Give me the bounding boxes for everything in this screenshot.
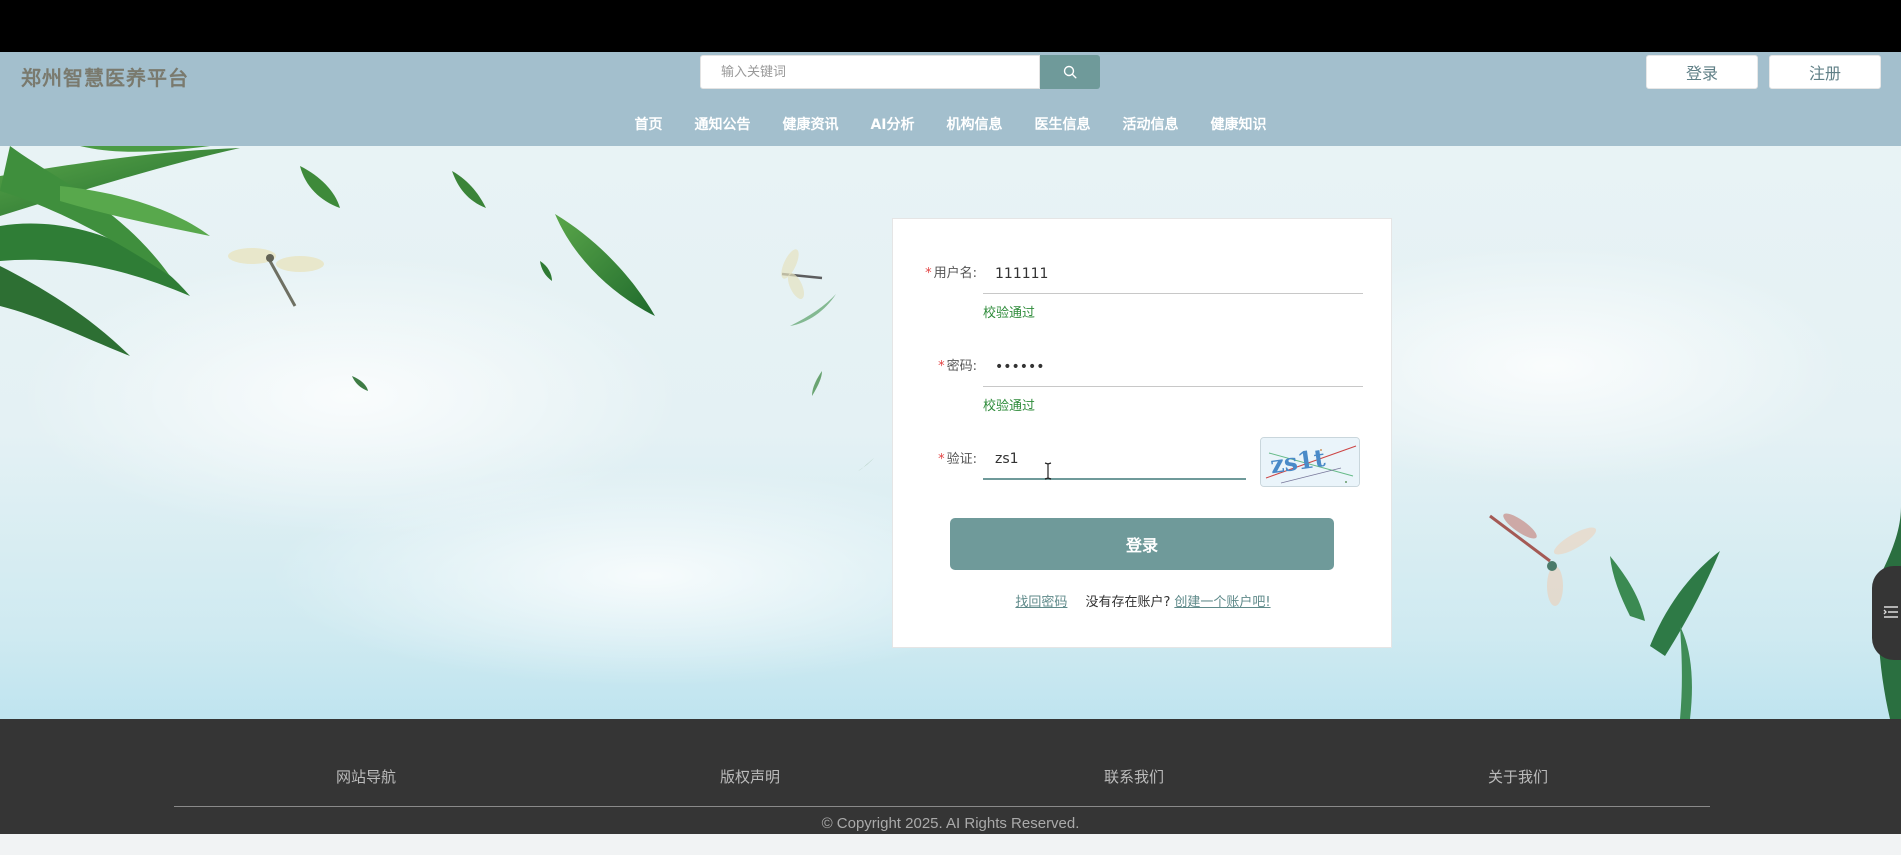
required-mark: * bbox=[938, 359, 945, 374]
footer-link-site-nav[interactable]: 网站导航 bbox=[266, 766, 466, 787]
account-links: 找回密码 没有存在账户? 创建一个账户吧! bbox=[893, 591, 1393, 610]
nav-item-activities[interactable]: 活动信息 bbox=[1107, 112, 1195, 138]
header-register-button[interactable]: 注册 bbox=[1769, 55, 1881, 89]
password-label: * 密码: bbox=[938, 359, 977, 374]
footer-divider bbox=[174, 806, 1710, 807]
site-footer: 网站导航 版权声明 联系我们 关于我们 © Copyright 2025. AI… bbox=[0, 719, 1901, 834]
site-header: 郑州智慧医养平台 登录 注册 首页 通知公告 健康资讯 AI分析 机构信息 医生… bbox=[0, 52, 1901, 146]
search-box bbox=[700, 55, 1040, 89]
footer-links: 网站导航 版权声明 联系我们 关于我们 bbox=[174, 766, 1710, 786]
footer-link-copyright[interactable]: 版权声明 bbox=[650, 766, 850, 787]
nav-item-notices[interactable]: 通知公告 bbox=[678, 112, 766, 138]
captcha-label: * 验证: bbox=[938, 452, 977, 467]
nav-item-institutions[interactable]: 机构信息 bbox=[931, 112, 1019, 138]
side-menu-tab[interactable] bbox=[1872, 566, 1901, 660]
nav-item-ai-analysis[interactable]: AI分析 bbox=[854, 112, 930, 138]
copyright-text: © Copyright 2025. AI Rights Reserved. bbox=[821, 815, 1080, 832]
login-card: *用户名: 校验通过 *密码: 校验通过 *验证: bbox=[892, 218, 1392, 648]
search-button[interactable] bbox=[1040, 55, 1100, 89]
username-validation: 校验通过 bbox=[983, 306, 1036, 321]
required-mark: * bbox=[925, 266, 932, 281]
login-submit-button[interactable]: 登录 bbox=[950, 518, 1334, 570]
hero-background: *用户名: 校验通过 *密码: 校验通过 *验证: bbox=[0, 146, 1901, 719]
footer-link-about[interactable]: 关于我们 bbox=[1418, 766, 1618, 787]
search-input[interactable] bbox=[701, 56, 1039, 88]
main-nav: 首页 通知公告 健康资讯 AI分析 机构信息 医生信息 活动信息 健康知识 bbox=[0, 112, 1901, 138]
nav-item-home[interactable]: 首页 bbox=[618, 112, 678, 138]
username-label: * 用户名: bbox=[925, 266, 977, 281]
captcha-graphic: zs1t bbox=[1261, 438, 1359, 486]
captcha-field[interactable] bbox=[983, 440, 1246, 480]
text-cursor-icon bbox=[1044, 462, 1052, 480]
nav-item-doctors[interactable]: 医生信息 bbox=[1019, 112, 1107, 138]
menu-list-icon bbox=[1883, 606, 1898, 618]
site-title: 郑州智慧医养平台 bbox=[21, 66, 189, 90]
search-icon bbox=[1063, 65, 1077, 79]
password-validation: 校验通过 bbox=[983, 399, 1036, 414]
captcha-image[interactable]: zs1t bbox=[1260, 437, 1360, 487]
page-bottom-strip bbox=[0, 834, 1901, 855]
nav-item-health-news[interactable]: 健康资讯 bbox=[766, 112, 854, 138]
header-login-button[interactable]: 登录 bbox=[1646, 55, 1758, 89]
create-account-link[interactable]: 创建一个账户吧! bbox=[1174, 595, 1270, 610]
footer-link-contact[interactable]: 联系我们 bbox=[1034, 766, 1234, 787]
browser-top-bar bbox=[0, 0, 1901, 52]
username-field[interactable] bbox=[983, 254, 1363, 294]
no-account-text: 没有存在账户? bbox=[1085, 595, 1171, 610]
nav-item-health-knowledge[interactable]: 健康知识 bbox=[1195, 112, 1283, 138]
password-field[interactable] bbox=[983, 347, 1363, 387]
forgot-password-link[interactable]: 找回密码 bbox=[1015, 595, 1067, 610]
required-mark: * bbox=[938, 452, 945, 467]
